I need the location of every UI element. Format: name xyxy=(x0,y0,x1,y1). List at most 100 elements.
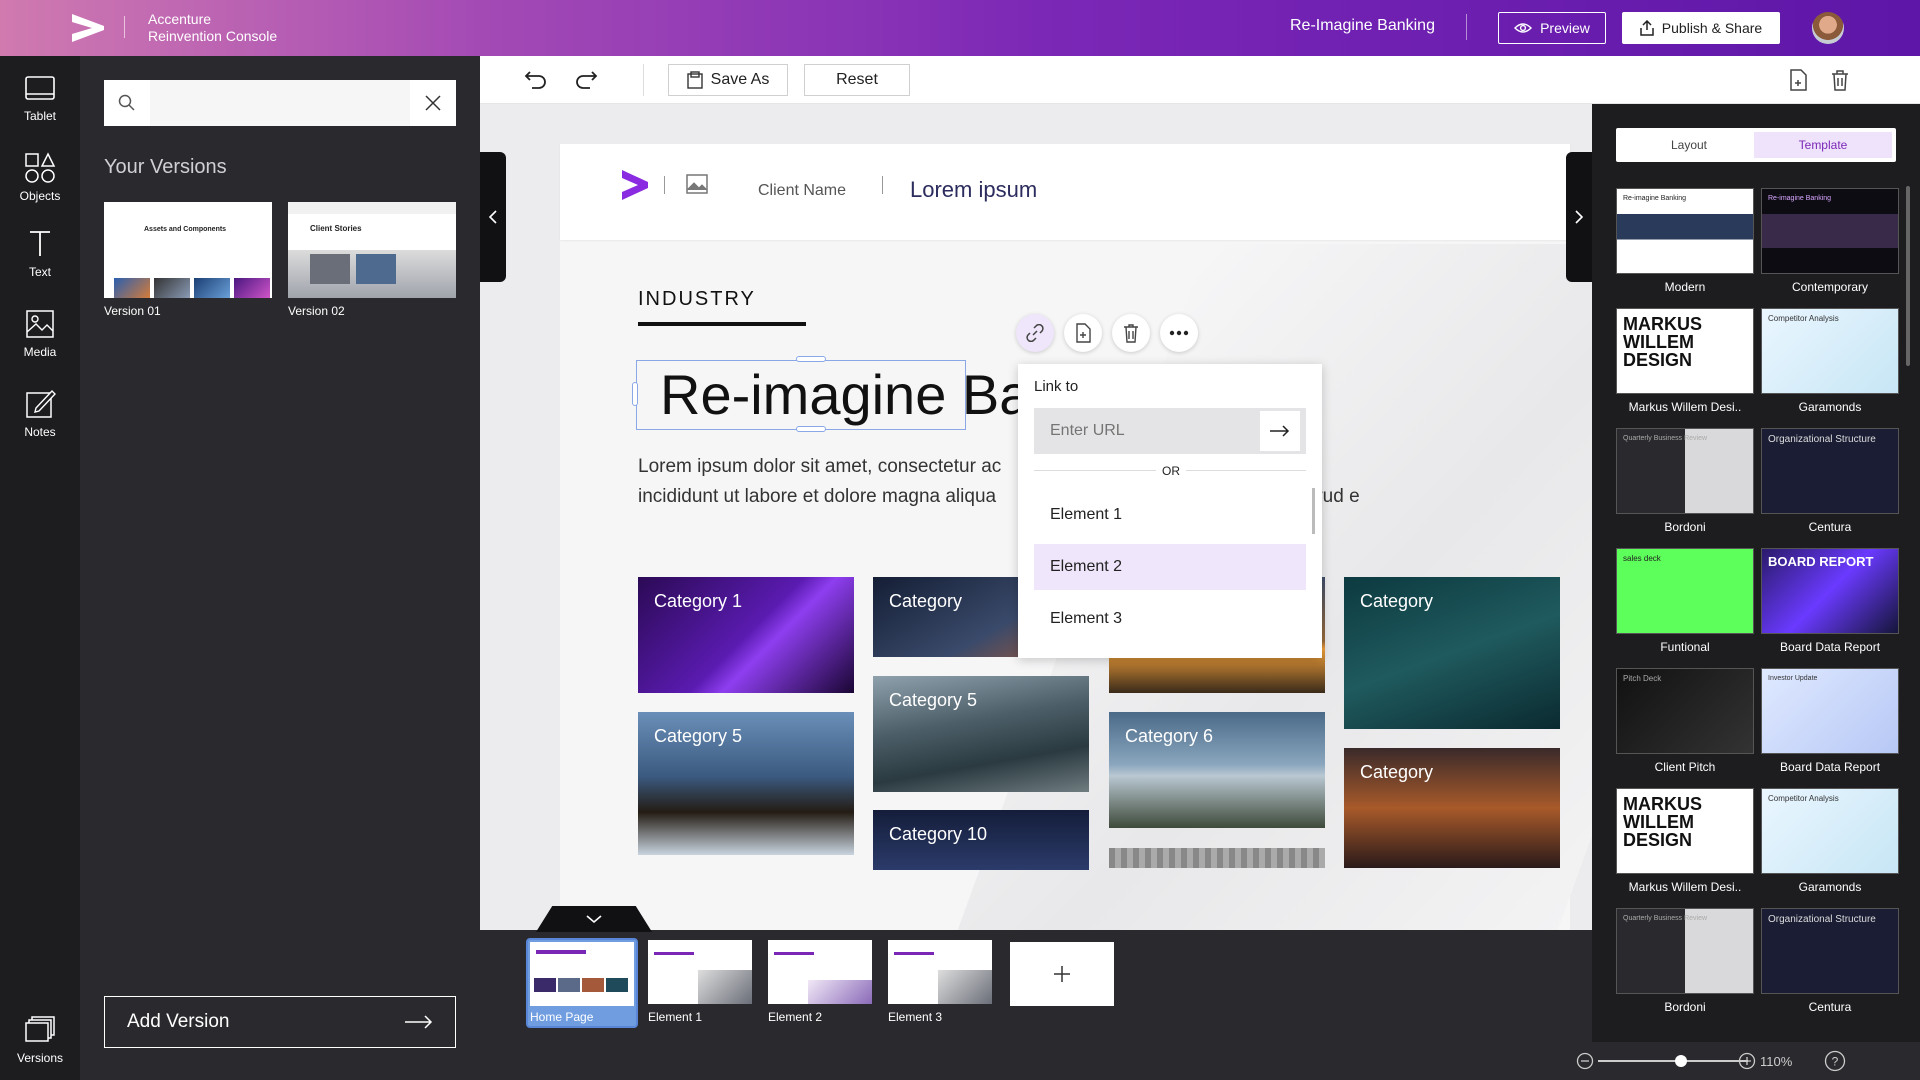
link-option-element-3[interactable]: Element 3 xyxy=(1034,596,1306,642)
template-thumb-text: Investor Update xyxy=(1768,675,1818,682)
rail-item-media[interactable]: Media xyxy=(0,308,80,359)
arrow-right-icon xyxy=(405,1015,433,1029)
template-thumbnail: MARKUS WILLEM DESIGN xyxy=(1616,308,1754,394)
category-tile[interactable]: Category xyxy=(1344,577,1560,729)
tab-layout[interactable]: Layout xyxy=(1620,132,1758,158)
category-tile[interactable]: Category 1 xyxy=(638,577,854,693)
template-card[interactable]: BOARD REPORT Board Data Report xyxy=(1761,548,1899,656)
search-input[interactable] xyxy=(150,80,410,126)
image-icon xyxy=(26,310,54,338)
zoom-slider[interactable] xyxy=(1598,1060,1748,1062)
add-page-button[interactable] xyxy=(1010,942,1114,1006)
new-page-icon[interactable] xyxy=(1786,68,1810,92)
template-card[interactable]: Organizational Structure Centura xyxy=(1761,428,1899,536)
template-label: Board Data Report xyxy=(1779,640,1881,654)
zoom-slider-handle[interactable] xyxy=(1674,1055,1687,1067)
help-icon[interactable]: ? xyxy=(1824,1050,1846,1072)
submit-url-button[interactable] xyxy=(1260,411,1300,451)
template-thumbnail: Re-imagine Banking xyxy=(1761,188,1899,274)
template-label: Markus Willem Desi.. xyxy=(1628,880,1742,894)
category-tile[interactable] xyxy=(1109,848,1325,868)
template-label: Garamonds xyxy=(1798,880,1862,894)
header-title[interactable]: Lorem ipsum xyxy=(910,177,1037,203)
template-card[interactable]: Competitor Analysis Garamonds xyxy=(1761,788,1899,896)
template-label: Bordoni xyxy=(1664,1000,1706,1014)
page-label: Element 3 xyxy=(888,1010,943,1024)
category-tile[interactable]: Category 6 xyxy=(1109,712,1325,828)
add-version-label: Add Version xyxy=(127,1011,230,1032)
avatar[interactable] xyxy=(1812,12,1844,44)
zoom-in-icon[interactable] xyxy=(1738,1052,1756,1070)
template-card[interactable]: Competitor Analysis Garamonds xyxy=(1761,308,1899,416)
close-icon[interactable] xyxy=(410,80,456,126)
link-button[interactable] xyxy=(1016,314,1054,352)
version-card[interactable]: Client Stories Version 02 xyxy=(288,202,456,318)
industry-label[interactable]: INDUSTRY xyxy=(638,288,756,311)
template-thumb-text: Quarterly Business Review xyxy=(1623,435,1708,442)
category-tile[interactable]: Category 5 xyxy=(638,712,854,855)
category-tile[interactable]: Category 10 xyxy=(873,810,1089,870)
publish-share-button[interactable]: Publish & Share xyxy=(1622,12,1780,44)
tablet-icon xyxy=(25,76,55,100)
template-thumbnail: Quarterly Business Review xyxy=(1616,428,1754,514)
editor-toolbar: Save As Reset xyxy=(480,56,1920,104)
template-thumb-text: Pitch Deck xyxy=(1623,674,1662,683)
undo-icon[interactable] xyxy=(524,68,548,92)
template-card[interactable]: Organizational Structure Centura xyxy=(1761,908,1899,1016)
category-tile[interactable]: Category xyxy=(1344,748,1560,868)
rail-item-objects[interactable]: Objects xyxy=(0,152,80,203)
zoom-out-icon[interactable] xyxy=(1576,1052,1594,1070)
rail-item-tablet[interactable]: Tablet xyxy=(0,72,80,123)
page-card-element-3[interactable]: Element 3 xyxy=(888,940,992,1024)
reset-button[interactable]: Reset xyxy=(804,64,910,96)
toggle-page-strip[interactable] xyxy=(536,906,652,932)
template-card[interactable]: Re-imagine Banking Modern xyxy=(1616,188,1754,296)
template-card[interactable]: Quarterly Business Review Bordoni xyxy=(1616,428,1754,536)
versions-title: Your Versions xyxy=(104,156,227,178)
tile-label: Category xyxy=(889,591,963,611)
version-thumb-title: Assets and Components xyxy=(144,226,227,233)
save-as-label: Save As xyxy=(710,71,770,88)
template-card[interactable]: Quarterly Business Review Bordoni xyxy=(1616,908,1754,1016)
duplicate-button[interactable] xyxy=(1064,314,1102,352)
template-card[interactable]: MARKUS WILLEM DESIGN Markus Willem Desi.. xyxy=(1616,788,1754,896)
client-name[interactable]: Client Name xyxy=(758,182,846,200)
image-icon xyxy=(686,174,708,194)
tab-template[interactable]: Template xyxy=(1754,132,1892,158)
version-thumb-title: Client Stories xyxy=(310,224,362,233)
page-card-element-1[interactable]: Element 1 xyxy=(648,940,752,1024)
add-version-button[interactable]: Add Version xyxy=(104,996,456,1048)
rail-item-text[interactable]: Text xyxy=(0,228,80,279)
category-tile[interactable]: Category 5 xyxy=(873,676,1089,792)
template-card[interactable]: Re-imagine Banking Contemporary xyxy=(1761,188,1899,296)
scrollbar[interactable] xyxy=(1906,186,1910,366)
save-as-button[interactable]: Save As xyxy=(668,64,788,96)
shapes-icon xyxy=(25,152,56,183)
trash-icon[interactable] xyxy=(1828,68,1852,92)
template-card[interactable]: Pitch Deck Client Pitch xyxy=(1616,668,1754,776)
accenture-logo[interactable] xyxy=(70,14,104,42)
version-card[interactable]: Assets and Components Version 01 xyxy=(104,202,272,318)
delete-button[interactable] xyxy=(1112,314,1150,352)
link-option-element-1[interactable]: Element 1 xyxy=(1034,492,1306,538)
slide-header: Client Name Lorem ipsum xyxy=(560,144,1570,240)
collapse-right-panel[interactable] xyxy=(1566,152,1592,282)
notes-icon xyxy=(26,389,56,418)
link-option-element-2[interactable]: Element 2 xyxy=(1034,544,1306,590)
page-card-element-2[interactable]: Element 2 xyxy=(768,940,872,1024)
versions-icon xyxy=(25,1016,55,1042)
redo-icon[interactable] xyxy=(574,68,598,92)
page-card-home[interactable]: Home Page xyxy=(526,938,638,1028)
rail-item-notes[interactable]: Notes xyxy=(0,388,80,439)
left-rail: Tablet Objects Text Media Notes Versions xyxy=(0,56,80,1080)
template-card[interactable]: MARKUS WILLEM DESIGN Markus Willem Desi.. xyxy=(1616,308,1754,416)
more-button[interactable] xyxy=(1160,314,1198,352)
scrollbar[interactable] xyxy=(1312,488,1315,534)
template-card[interactable]: sales deck Funtional xyxy=(1616,548,1754,656)
rail-item-versions[interactable]: Versions xyxy=(0,1014,80,1065)
collapse-left-panel[interactable] xyxy=(480,152,506,282)
preview-button[interactable]: Preview xyxy=(1498,12,1606,44)
template-label: Garamonds xyxy=(1798,400,1862,414)
url-input[interactable] xyxy=(1034,408,1260,454)
template-card[interactable]: Investor Update Board Data Report xyxy=(1761,668,1899,776)
